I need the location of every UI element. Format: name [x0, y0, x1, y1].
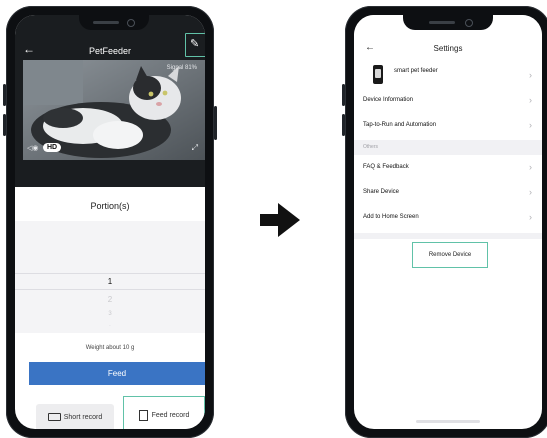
section-separator	[354, 140, 542, 155]
chevron-right-icon: ›	[529, 120, 532, 130]
picker-option[interactable]: 3	[15, 311, 205, 317]
fullscreen-icon[interactable]: ⤢	[192, 143, 198, 153]
camera-icon[interactable]: ◁◉	[27, 144, 39, 152]
settings-item-share-device[interactable]: Share Device ›	[354, 181, 542, 206]
speaker	[93, 21, 119, 24]
record-icon	[47, 413, 61, 422]
phone-notch	[403, 15, 493, 30]
settings-item-device-information[interactable]: Device Information ›	[354, 89, 542, 114]
volume-button	[342, 84, 345, 106]
portion-picker[interactable]: 1 2 3 .	[15, 221, 205, 333]
edit-pencil-icon: ✎	[190, 38, 200, 50]
feed-record-label: Feed record	[151, 412, 190, 419]
settings-item-label: Add to Home Screen	[363, 214, 419, 220]
hd-quality-toggle[interactable]: HD	[43, 143, 62, 152]
volume-button	[342, 114, 345, 136]
settings-item-label: Device Information	[363, 97, 414, 103]
settings-item-faq-feedback[interactable]: FAQ & Feedback ›	[354, 156, 542, 181]
home-indicator	[416, 420, 480, 423]
picker-divider	[15, 273, 205, 274]
chevron-right-icon: ›	[529, 162, 532, 172]
feed-record-button[interactable]: Feed record	[123, 396, 205, 429]
settings-item-label: FAQ & Feedback	[363, 164, 409, 170]
front-camera	[127, 19, 135, 27]
chevron-right-icon: ›	[529, 70, 532, 80]
portion-label: Portion(s)	[90, 201, 130, 211]
settings-item-label: Tap-to-Run and Automation	[363, 122, 437, 128]
settings-item-add-to-home[interactable]: Add to Home Screen ›	[354, 206, 542, 231]
device-name: smart pet feeder	[394, 68, 438, 74]
picker-option[interactable]: 2	[15, 295, 205, 304]
phone-screen: ← Settings smart pet feeder › Device Inf…	[354, 15, 542, 429]
edit-button[interactable]: ✎	[185, 33, 205, 57]
page-title: PetFeeder	[88, 46, 132, 56]
chevron-right-icon: ›	[529, 212, 532, 222]
remove-device-button[interactable]: Remove Device	[412, 242, 488, 268]
picker-option-selected[interactable]: 1	[15, 277, 205, 286]
chevron-right-icon: ›	[529, 187, 532, 197]
section-label-others: Others	[363, 144, 379, 150]
weight-label: Weight about 10 g	[85, 345, 135, 351]
phone-screen: ← PetFeeder ✎ Signal 81% ◁◉ HD ⤢ Portion…	[15, 15, 205, 429]
feed-button[interactable]: Feed	[29, 362, 205, 385]
phone-right: ← Settings smart pet feeder › Device Inf…	[342, 6, 547, 438]
document-icon	[138, 409, 148, 421]
page-title: Settings	[433, 44, 463, 53]
short-record-button[interactable]: Short record	[36, 404, 114, 429]
phone-left: ← PetFeeder ✎ Signal 81% ◁◉ HD ⤢ Portion…	[3, 6, 217, 438]
pet-feeder-icon	[373, 65, 383, 84]
power-button	[214, 106, 217, 140]
feeder-header: ← PetFeeder ✎ Signal 81% ◁◉ HD ⤢	[15, 15, 205, 187]
volume-button	[3, 114, 6, 136]
settings-item-tap-to-run[interactable]: Tap-to-Run and Automation ›	[354, 114, 542, 139]
volume-button	[3, 84, 6, 106]
picker-divider	[15, 289, 205, 290]
signal-strength: Signal 81%	[166, 65, 197, 71]
right-arrow-icon	[260, 203, 300, 237]
settings-item-label: Share Device	[363, 189, 400, 195]
camera-feed[interactable]: Signal 81% ◁◉ HD ⤢	[23, 60, 205, 160]
speaker	[429, 21, 455, 24]
front-camera	[465, 19, 473, 27]
picker-option[interactable]: .	[15, 322, 205, 328]
short-record-label: Short record	[63, 414, 103, 421]
section-separator	[354, 233, 542, 239]
phone-notch	[79, 15, 149, 30]
chevron-right-icon: ›	[529, 95, 532, 105]
